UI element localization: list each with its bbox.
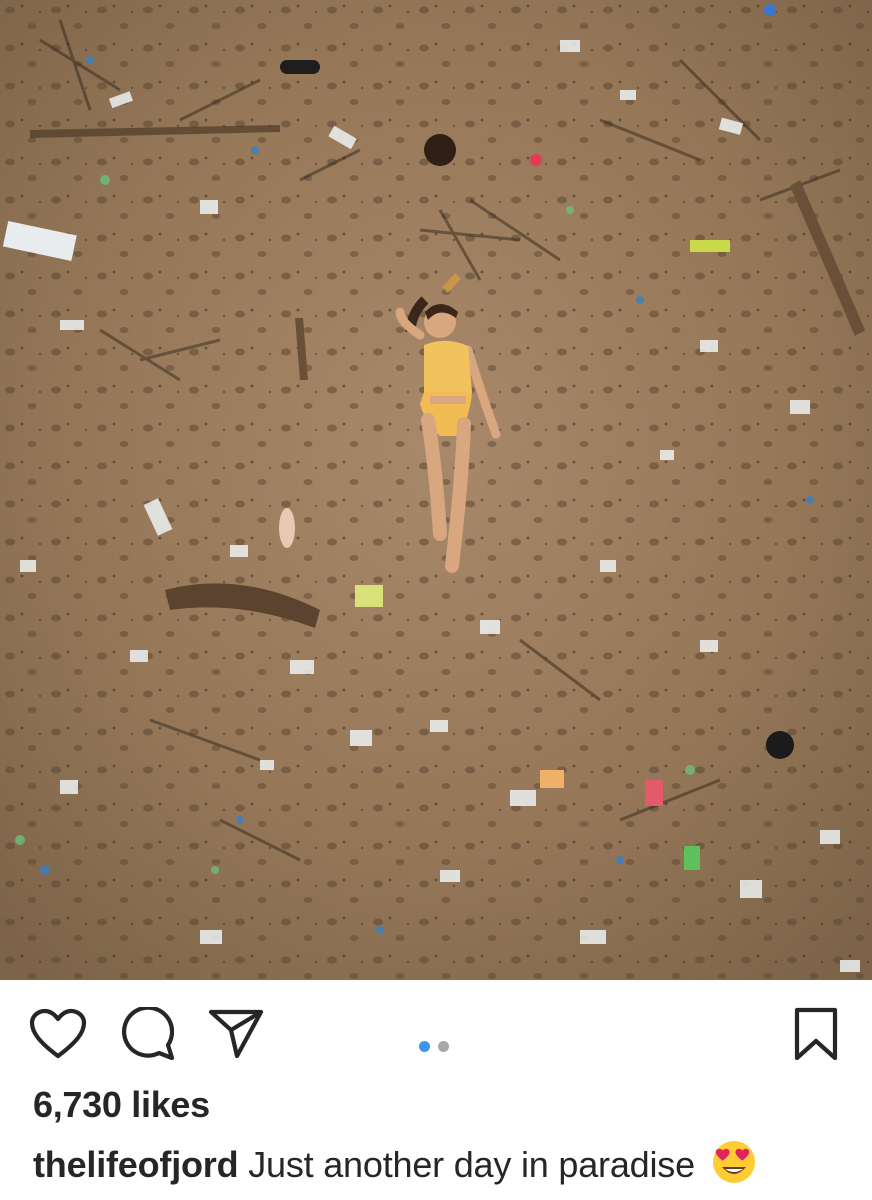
carousel-indicator — [419, 1041, 449, 1052]
carousel-dot[interactable] — [438, 1041, 449, 1052]
heart-outline-icon[interactable] — [28, 1004, 88, 1064]
paper-plane-icon[interactable] — [206, 1004, 266, 1064]
post-photo[interactable] — [0, 0, 872, 980]
action-bar — [0, 980, 872, 1080]
heart-eyes-emoji-icon — [711, 1139, 757, 1194]
instagram-post: 6,730 likes thelifeofjord Just another d… — [0, 0, 872, 1200]
caption-username[interactable]: thelifeofjord — [33, 1144, 239, 1185]
caption-text: Just another day in paradise — [248, 1144, 695, 1185]
post-caption: thelifeofjord Just another day in paradi… — [33, 1139, 757, 1194]
carousel-dot-active[interactable] — [419, 1041, 430, 1052]
beach-trash-image — [0, 0, 872, 980]
likes-count[interactable]: 6,730 likes — [33, 1084, 210, 1126]
speech-bubble-icon[interactable] — [117, 1004, 177, 1064]
bookmark-outline-icon[interactable] — [786, 1004, 846, 1064]
